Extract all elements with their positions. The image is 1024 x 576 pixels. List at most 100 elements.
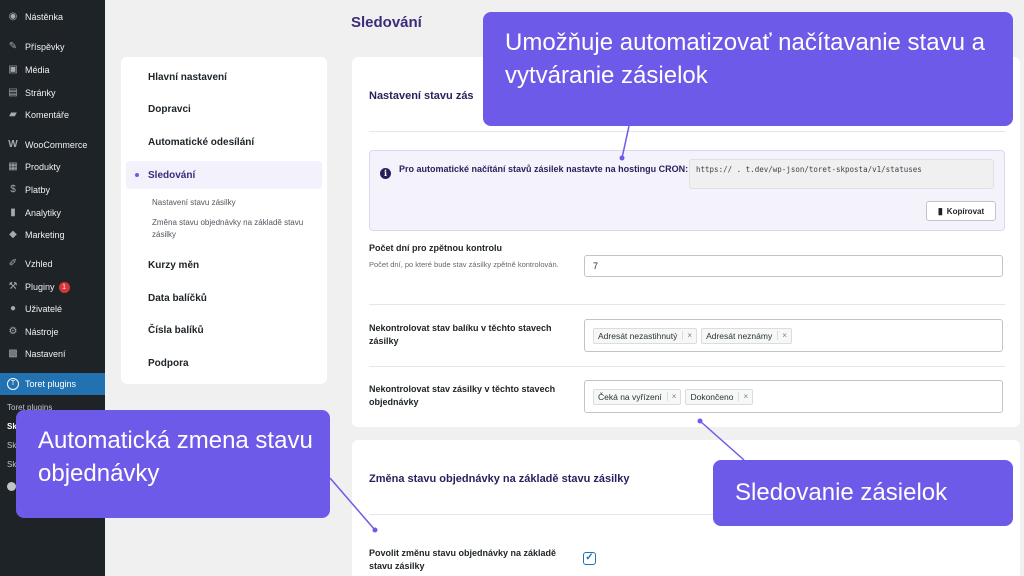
order-states-select[interactable]: Čeká na vyřízení × Dokončeno × xyxy=(584,380,1003,413)
media-icon: ▣ xyxy=(8,64,18,75)
allow-change-checkbox[interactable]: ✓ xyxy=(583,552,596,565)
nav-label: Produkty xyxy=(25,162,61,172)
tag-label: Adresát nezastihnutý xyxy=(598,330,678,341)
nav-label: WooCommerce xyxy=(25,140,88,150)
nav-sub-item[interactable]: Sk xyxy=(7,460,16,469)
menu-support[interactable]: Podpora xyxy=(148,358,189,369)
nav-toret-plugins[interactable]: T Toret plugins xyxy=(0,373,105,395)
nav-label: Příspěvky xyxy=(25,42,65,52)
copy-icon: ▮ xyxy=(937,205,943,216)
remove-tag-icon[interactable]: × xyxy=(738,392,752,401)
copy-button[interactable]: ▮ Kopírovat xyxy=(926,201,996,221)
nav-users[interactable]: ● Uživatelé xyxy=(0,299,105,319)
nav-payments[interactable]: $ Platby xyxy=(0,180,105,200)
nav-label: Platby xyxy=(25,185,51,195)
menu-package-numbers[interactable]: Čísla balíků xyxy=(148,325,204,336)
woocommerce-icon: W xyxy=(8,139,18,150)
nav-label: Vzhled xyxy=(25,259,53,269)
nav-label: Nástroje xyxy=(25,327,59,337)
days-input[interactable]: 7 xyxy=(584,255,1003,277)
days-description: Počet dní, po které bude stav zásilky zp… xyxy=(369,260,559,269)
section-title: Změna stavu objednávky na základě stavu … xyxy=(369,473,630,485)
plugins-icon: ⚒ xyxy=(8,281,18,292)
nav-dashboard[interactable]: ◉ Nástěnka xyxy=(0,7,105,27)
comments-icon: ▰ xyxy=(9,109,17,120)
divider xyxy=(369,131,1005,132)
info-icon: i xyxy=(380,168,391,179)
nav-products[interactable]: ▦ Produkty xyxy=(0,157,105,177)
pages-icon: ▤ xyxy=(8,87,18,98)
menu-sub-order-change[interactable]: Změna stavu objednávky na základě stavu … xyxy=(152,217,317,241)
callout-tracking: Sledovanie zásielok xyxy=(713,460,1013,526)
nav-marketing[interactable]: ◆ Marketing xyxy=(0,225,105,245)
menu-main-settings[interactable]: Hlavní nastavení xyxy=(148,72,227,83)
nav-sub-item[interactable]: Sk xyxy=(7,441,16,450)
callout-automation: Umožňuje automatizovať načítavanie stavu… xyxy=(483,12,1013,126)
nav-pages[interactable]: ▤ Stránky xyxy=(0,83,105,103)
menu-auto-sending[interactable]: Automatické odesílání xyxy=(148,137,254,148)
nav-appearance[interactable]: ✐ Vzhled xyxy=(0,254,105,274)
remove-tag-icon[interactable]: × xyxy=(777,331,791,340)
remove-tag-icon[interactable]: × xyxy=(682,331,696,340)
divider xyxy=(369,304,1005,305)
package-states-label: Nekontrolovat stav balíku v těchto stave… xyxy=(369,323,552,346)
nav-label: Marketing xyxy=(25,230,65,240)
page-title: Sledování xyxy=(351,14,422,31)
tools-icon: ⚙ xyxy=(8,326,18,337)
toret-icon: T xyxy=(7,378,19,390)
remove-tag-icon[interactable]: × xyxy=(666,392,681,401)
package-states-select[interactable]: Adresát nezastihnutý × Adresát neznámy × xyxy=(584,319,1003,352)
divider xyxy=(369,366,1005,367)
appearance-icon: ✐ xyxy=(8,258,18,269)
section-title: Nastavení stavu zás xyxy=(369,90,474,102)
cron-notice: i Pro automatické načítání stavů zásilek… xyxy=(369,150,1005,231)
users-icon: ● xyxy=(9,303,17,314)
active-dot xyxy=(135,173,139,177)
nav-label: Nastavení xyxy=(25,349,66,359)
nav-plugins[interactable]: ⚒ Pluginy 1 xyxy=(0,277,105,297)
copy-label: Kopírovat xyxy=(946,206,985,216)
marketing-icon: ◆ xyxy=(9,229,17,240)
checkmark-icon: ✓ xyxy=(585,552,594,563)
menu-tracking-label: Sledování xyxy=(148,169,196,181)
tag: Adresát neznámy × xyxy=(701,327,792,344)
analytics-icon: ▮ xyxy=(10,207,16,218)
products-icon: ▦ xyxy=(8,161,18,172)
nav-comments[interactable]: ▰ Komentáře xyxy=(0,105,105,125)
tag: Dokončeno × xyxy=(685,388,754,405)
nav-label: Analytiky xyxy=(25,208,62,218)
cron-url[interactable]: https:// . t.dev/wp-json/toret-skposta/v… xyxy=(689,159,994,189)
nav-settings[interactable]: ▩ Nastavení xyxy=(0,344,105,364)
nav-label: Uživatelé xyxy=(25,304,63,314)
tag: Adresát nezastihnutý × xyxy=(593,327,698,344)
days-label: Počet dní pro zpětnou kontrolu xyxy=(369,243,502,253)
payments-icon: $ xyxy=(10,184,16,195)
nav-tools[interactable]: ⚙ Nástroje xyxy=(0,322,105,342)
tag: Čeká na vyřízení × xyxy=(593,388,682,405)
settings-icon: ▩ xyxy=(8,348,18,359)
collapse-icon[interactable] xyxy=(7,482,16,491)
nav-posts[interactable]: ✎ Příspěvky xyxy=(0,37,105,57)
nav-label: Stránky xyxy=(25,88,56,98)
nav-media[interactable]: ▣ Média xyxy=(0,60,105,80)
nav-label: Toret plugins xyxy=(25,379,77,389)
days-value: 7 xyxy=(593,261,599,271)
tag-label: Dokončeno xyxy=(690,391,734,402)
menu-package-data[interactable]: Data balíčků xyxy=(148,293,207,304)
nav-woocommerce[interactable]: W WooCommerce xyxy=(0,135,105,155)
nav-label: Média xyxy=(25,65,50,75)
cron-notice-text: Pro automatické načítání stavů zásilek n… xyxy=(399,164,689,174)
nav-label: Komentáře xyxy=(25,110,70,120)
menu-tracking[interactable]: Sledování xyxy=(126,161,322,189)
nav-label: Pluginy xyxy=(25,282,55,292)
tag-label: Adresát neznámy xyxy=(706,330,773,341)
allow-change-label: Povolit změnu stavu objednávky na základ… xyxy=(369,548,557,571)
nav-analytics[interactable]: ▮ Analytiky xyxy=(0,203,105,223)
nav-label: Nástěnka xyxy=(25,12,64,22)
update-badge: 1 xyxy=(58,281,70,293)
menu-carriers[interactable]: Dopravci xyxy=(148,104,191,115)
pin-icon: ✎ xyxy=(8,41,18,52)
order-states-label: Nekontrolovat stav zásilky v těchto stav… xyxy=(369,384,556,407)
menu-exchange-rates[interactable]: Kurzy měn xyxy=(148,260,199,271)
menu-sub-status-settings[interactable]: Nastavení stavu zásilky xyxy=(152,197,317,209)
